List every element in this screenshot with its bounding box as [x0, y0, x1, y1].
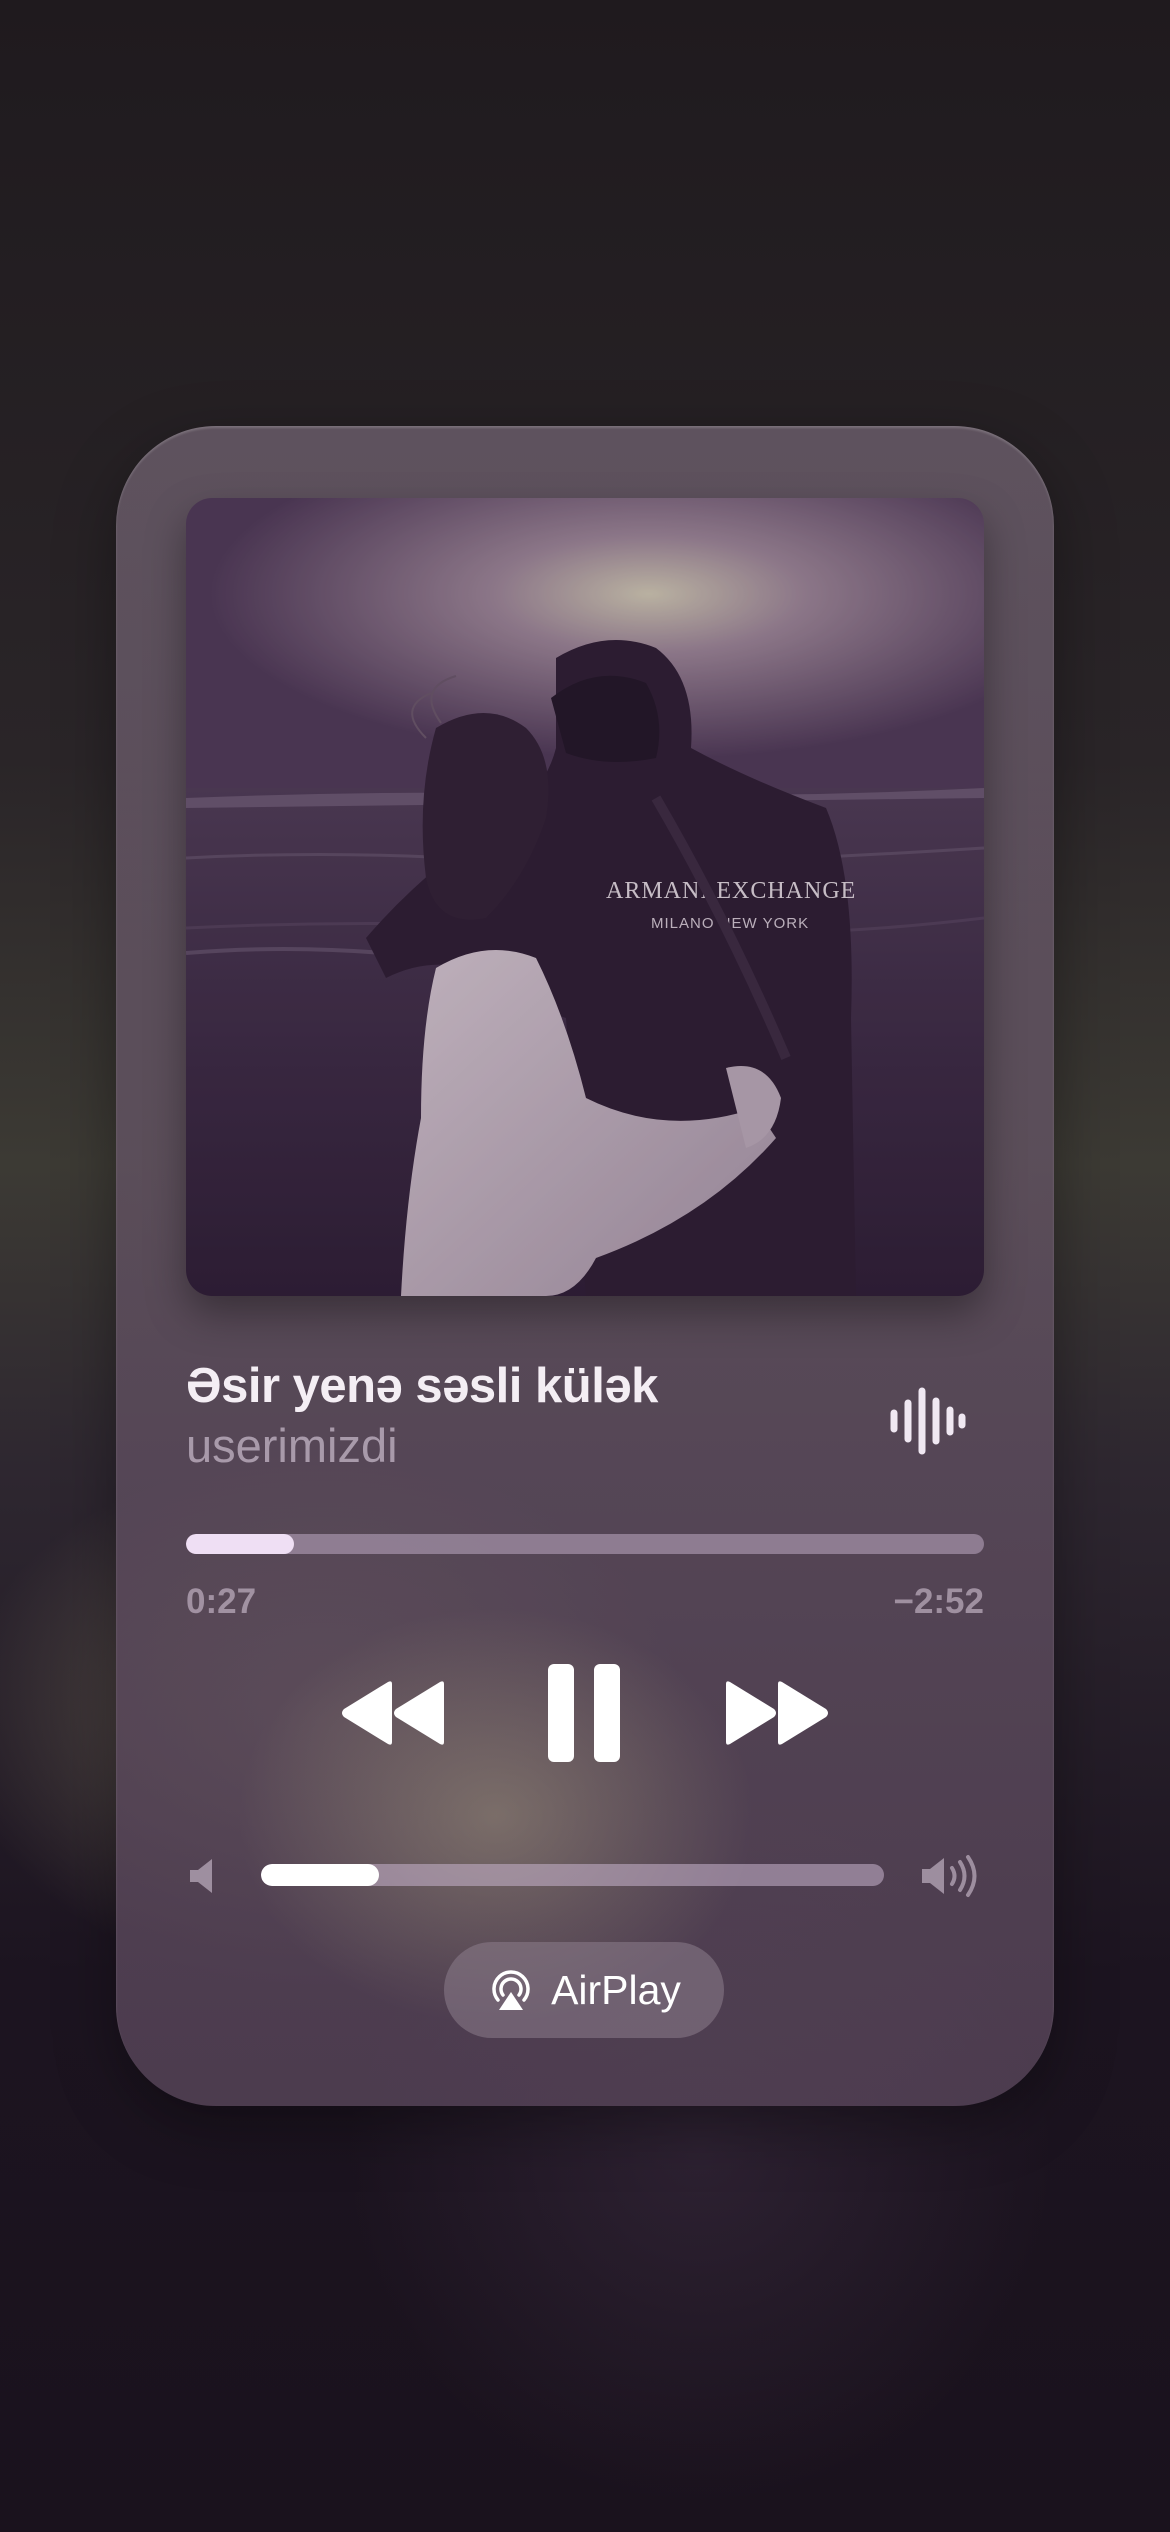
- airplay-button[interactable]: AirPlay: [444, 1942, 724, 2038]
- now-playing-card: ARMANI EXCHANGE MILANO NEW YORK Əsir yen…: [116, 426, 1054, 2106]
- airplay-icon: [492, 1970, 530, 2010]
- speaker-low-icon: [188, 1856, 218, 1896]
- volume-slider[interactable]: [261, 1864, 884, 1886]
- volume-level-fill: [261, 1864, 380, 1886]
- playback-scrubber[interactable]: [186, 1534, 984, 1554]
- rewind-icon[interactable]: [338, 1678, 448, 1748]
- album-artwork[interactable]: ARMANI EXCHANGE MILANO NEW YORK: [186, 498, 984, 1296]
- playback-progress-fill: [186, 1534, 294, 1554]
- fast-forward-icon[interactable]: [722, 1678, 832, 1748]
- track-artist[interactable]: userimizdi: [186, 1418, 826, 1473]
- remaining-time: −2:52: [893, 1582, 985, 1621]
- speaker-high-icon: [920, 1854, 982, 1898]
- elapsed-time: 0:27: [186, 1582, 257, 1621]
- waveform-icon[interactable]: [886, 1386, 966, 1456]
- artwork-image: ARMANI EXCHANGE MILANO NEW YORK: [186, 498, 984, 1296]
- airplay-label: AirPlay: [551, 1966, 681, 2013]
- track-title[interactable]: Əsir yenə səsli külək: [186, 1358, 826, 1414]
- pause-icon[interactable]: [546, 1662, 622, 1764]
